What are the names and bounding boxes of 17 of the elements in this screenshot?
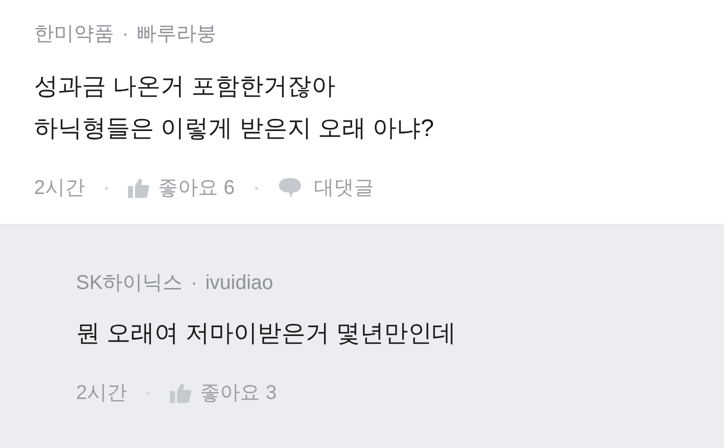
separator: · <box>122 22 129 47</box>
timestamp: 2시간 <box>34 176 86 201</box>
timestamp: 2시간 <box>76 381 128 406</box>
like-button[interactable]: 좋아요 6 <box>128 174 235 202</box>
company-name: 한미약품 <box>34 22 114 47</box>
reply-button[interactable]: 대댓글 <box>278 174 374 202</box>
comment-text: 성과금 나온거 포함한거잖아 <box>34 72 336 102</box>
separator: · <box>190 271 198 296</box>
thumbs-up-icon <box>128 178 150 198</box>
author-name: ivuidiao <box>205 271 274 296</box>
like-button[interactable]: 좋아요 3 <box>170 379 277 407</box>
comment-text: 하닉형들은 이렇게 받은지 오래 아냐? <box>34 114 436 144</box>
author-name: 빠루라붕 <box>136 22 217 47</box>
speech-bubble-icon <box>278 177 302 199</box>
comment-text: 뭔 오래여 저마이받은거 몇년만인데 <box>76 319 458 349</box>
thumbs-up-icon <box>170 383 192 403</box>
company-name: SK하이닉스 <box>76 271 183 296</box>
